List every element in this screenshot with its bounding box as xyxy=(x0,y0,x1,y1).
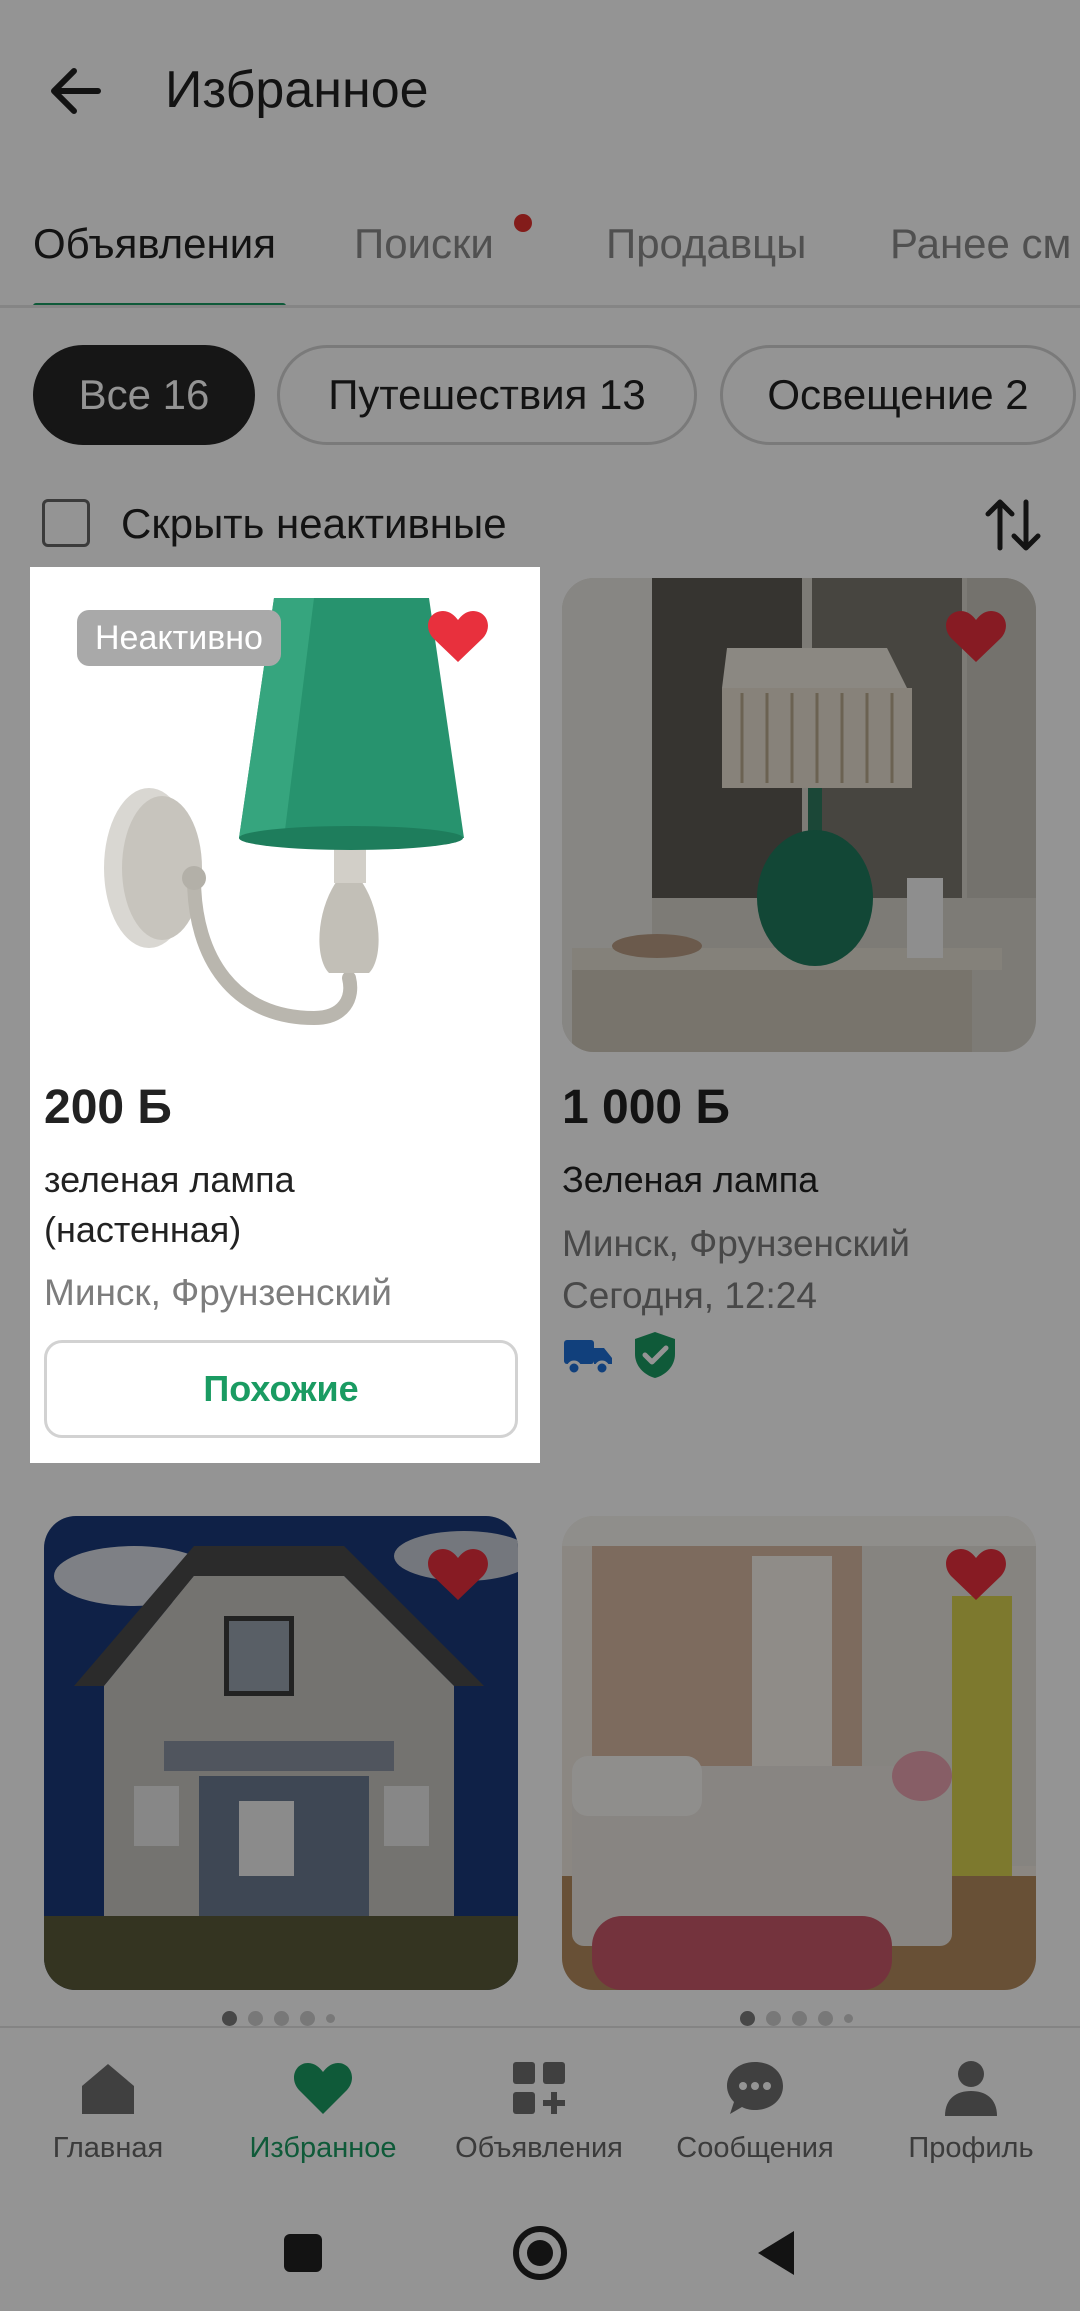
favorite-heart-icon[interactable] xyxy=(427,608,489,664)
listing-title[interactable]: Зеленая лампа xyxy=(562,1155,818,1205)
home-icon xyxy=(82,2064,134,2114)
chip-lighting[interactable]: Освещение 2 xyxy=(720,345,1076,445)
nav-favorites[interactable]: Избранное xyxy=(218,2028,428,2198)
listing-location: Минск, Фрунзенский xyxy=(562,1223,910,1264)
listing-date: Сегодня, 12:24 xyxy=(562,1275,817,1316)
similar-button[interactable]: Похожие xyxy=(44,1340,518,1438)
tab-bar: Объявления Поиски Продавцы Ранее см xyxy=(0,200,1080,308)
favorite-heart-icon[interactable] xyxy=(427,1546,489,1602)
listing-title-line2[interactable]: (настенная) xyxy=(44,1205,241,1255)
chip-travel[interactable]: Путешествия 13 xyxy=(277,345,697,445)
grid-plus-icon xyxy=(513,2062,565,2114)
nav-label: Избранное xyxy=(249,2132,397,2164)
nav-messages[interactable]: Сообщения xyxy=(650,2028,860,2198)
nav-listings[interactable]: Объявления xyxy=(434,2028,644,2198)
back-triangle-icon[interactable] xyxy=(742,2218,812,2288)
hide-inactive-label: Скрыть неактивные xyxy=(121,500,507,547)
system-navigation-bar xyxy=(0,2196,1080,2311)
tab-listings[interactable]: Объявления xyxy=(33,220,276,268)
nav-profile[interactable]: Профиль xyxy=(866,2028,1076,2198)
nav-home[interactable]: Главная xyxy=(3,2028,213,2198)
page-title: Избранное xyxy=(165,61,429,119)
chat-icon xyxy=(727,2062,783,2114)
heart-icon xyxy=(293,2063,353,2114)
nav-label: Профиль xyxy=(908,2132,1034,2164)
sort-icon[interactable] xyxy=(982,494,1044,556)
person-icon xyxy=(945,2061,997,2116)
tab-recently-viewed[interactable]: Ранее см xyxy=(890,220,1071,268)
favorite-heart-icon[interactable] xyxy=(945,608,1007,664)
active-tab-indicator xyxy=(33,303,286,305)
hide-inactive-checkbox[interactable] xyxy=(42,499,90,547)
nav-label: Объявления xyxy=(455,2132,623,2164)
listing-title-line1[interactable]: зеленая лампа xyxy=(44,1155,295,1205)
tab-sellers[interactable]: Продавцы xyxy=(606,220,806,268)
tab-searches[interactable]: Поиски xyxy=(354,220,494,268)
listing-location: Минск, Фрунзенский xyxy=(44,1272,392,1313)
listing-price: 1 000 Б xyxy=(562,1081,730,1134)
home-button-icon[interactable] xyxy=(505,2218,575,2288)
verified-shield-icon xyxy=(635,1332,675,1378)
delivery-truck-icon xyxy=(564,1340,612,1376)
bottom-navigation: Главная Избранное Объявления Сообщения П… xyxy=(0,2026,1080,2196)
back-arrow-icon[interactable] xyxy=(40,55,112,127)
app-header: Избранное xyxy=(0,0,1080,185)
inactive-badge: Неактивно xyxy=(77,610,281,666)
nav-label: Сообщения xyxy=(676,2132,834,2164)
listing-price: 200 Б xyxy=(44,1081,172,1134)
recent-apps-icon[interactable] xyxy=(268,2218,338,2288)
favorite-heart-icon[interactable] xyxy=(945,1546,1007,1602)
chip-all[interactable]: Все 16 xyxy=(33,345,255,445)
nav-label: Главная xyxy=(52,2132,164,2164)
notification-dot xyxy=(514,214,532,232)
